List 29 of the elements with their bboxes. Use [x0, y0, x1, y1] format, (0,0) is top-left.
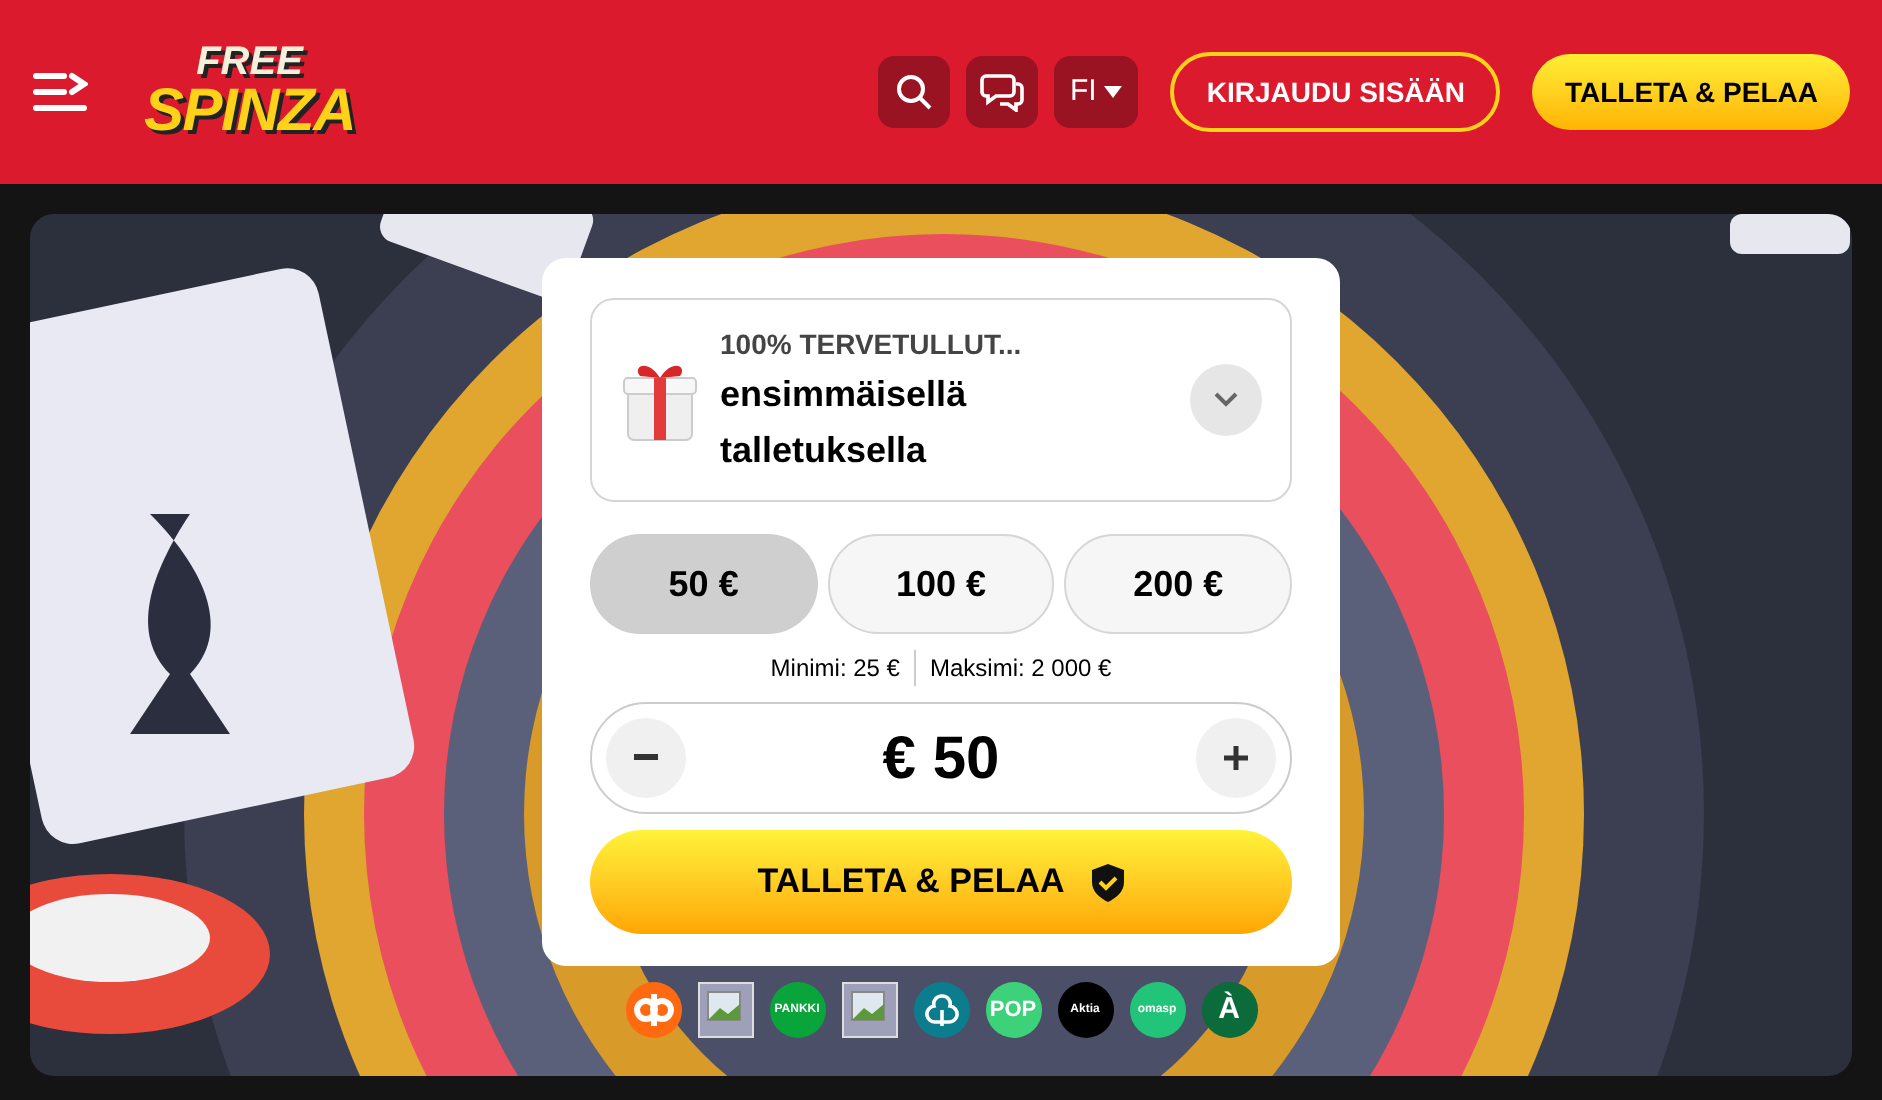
plus-icon: [1224, 746, 1248, 770]
logo[interactable]: FREE SPINZA: [144, 42, 356, 142]
submit-button[interactable]: TALLETA & PELAA: [590, 830, 1292, 934]
minus-icon: [634, 754, 658, 762]
amount-field[interactable]: € 50: [590, 702, 1292, 814]
amount-option[interactable]: 200 €: [1064, 534, 1292, 634]
broken-image-icon: [841, 982, 897, 1038]
bonus-description: ensimmäisellä talletuksella: [720, 371, 969, 473]
search-button[interactable]: [878, 56, 951, 128]
plus-button[interactable]: [1196, 718, 1276, 798]
chat-button[interactable]: [966, 56, 1039, 128]
broken-image-icon: [697, 982, 753, 1038]
chevron-icon: [1214, 392, 1238, 408]
payment-logo-icon: [625, 982, 681, 1038]
shield-icon: [1092, 863, 1125, 901]
language-selector[interactable]: FI: [1054, 56, 1139, 128]
menu-icon[interactable]: [32, 68, 88, 116]
minus-button[interactable]: [606, 718, 686, 798]
amount-option[interactable]: 100 €: [827, 534, 1055, 634]
search-icon: [896, 74, 933, 110]
maximum-label: Maksimi: 2 000 €: [927, 652, 1112, 686]
login-button[interactable]: KIRJAUDU SISÄÄN: [1170, 52, 1501, 132]
deposit-button[interactable]: TALLETA & PELAA: [1532, 54, 1850, 130]
caret-icon: [1104, 86, 1123, 98]
clover-icon: [913, 982, 969, 1038]
amount-option[interactable]: 50 €: [590, 534, 818, 634]
minimum-label: Minimi: 25 €: [770, 650, 916, 686]
bonus-title: 100% TERVETULLUT...: [720, 325, 1024, 363]
chat-icon: [980, 72, 1025, 112]
